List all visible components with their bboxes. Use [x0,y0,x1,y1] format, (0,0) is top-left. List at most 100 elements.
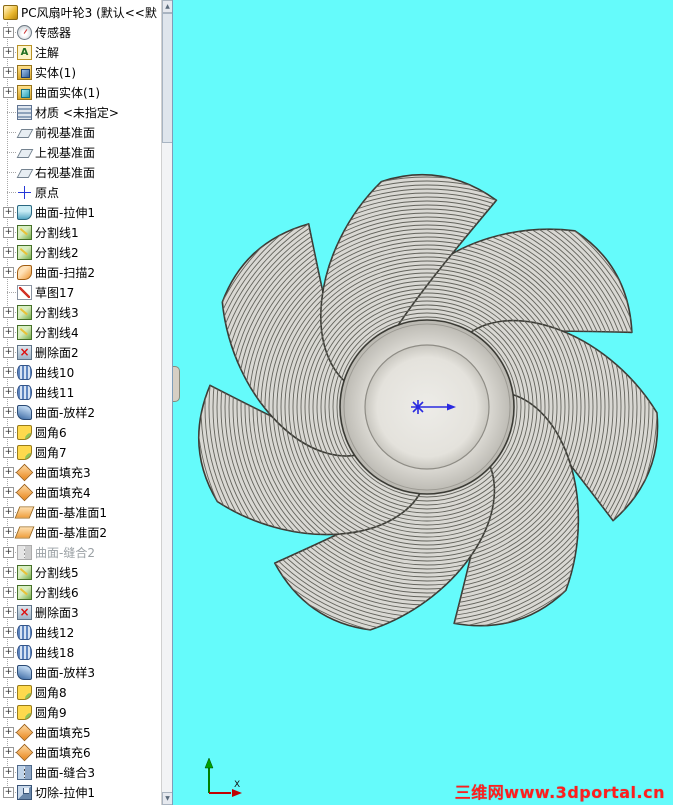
split-line-icon [17,584,32,600]
expand-toggle-icon[interactable] [3,606,14,618]
tree-item[interactable]: 草图17 [0,282,161,302]
tree-item[interactable]: 曲面-扫描2 [0,262,161,282]
tree-item-label: 曲面填充3 [35,465,91,480]
expand-toggle-icon[interactable] [3,486,14,498]
tree-item[interactable]: 圆角9 [0,702,161,722]
expand-toggle-icon[interactable] [3,646,14,658]
tree-item[interactable]: 曲面-缝合3 [0,762,161,782]
expand-toggle-icon[interactable] [3,766,14,778]
triad-x-label: X [234,780,240,790]
fan-model[interactable] [173,147,673,667]
tree-item[interactable]: 曲线12 [0,622,161,642]
expand-toggle-icon[interactable] [3,546,14,558]
tree-item[interactable]: 传感器 [0,22,161,42]
tree-item[interactable]: 材质 <未指定> [0,102,161,122]
tree-item[interactable]: 曲线18 [0,642,161,662]
expand-toggle-icon[interactable] [3,466,14,478]
expand-toggle-icon[interactable] [3,46,14,58]
expand-toggle-icon[interactable] [3,326,14,338]
tree-item[interactable]: 曲面实体(1) [0,82,161,102]
plane-icon [17,145,32,160]
expand-toggle-icon[interactable] [3,226,14,238]
expand-toggle-icon[interactable] [3,446,14,458]
expand-toggle-icon[interactable] [3,86,14,98]
expand-toggle-icon[interactable] [3,586,14,598]
expand-toggle-icon[interactable] [3,526,14,538]
tree-item-root[interactable]: PC风扇叶轮3 (默认<<默 [0,2,161,22]
tree-item[interactable]: 曲面-基准面1 [0,502,161,522]
viewport[interactable]: X 三维网www.3dportal.cn [173,0,673,805]
expand-toggle-icon[interactable] [3,706,14,718]
tree-item[interactable]: 原点 [0,182,161,202]
tree-item-label: 曲线18 [35,645,75,660]
scrollbar-thumb[interactable] [162,13,172,143]
expand-toggle-icon[interactable] [3,306,14,318]
tree-item-label: 切除-拉伸1 [35,785,95,800]
tree-item[interactable]: 分割线5 [0,562,161,582]
expand-toggle-icon[interactable] [3,506,14,518]
tree-item[interactable]: 右视基准面 [0,162,161,182]
scroll-up-button[interactable] [162,0,172,13]
curve-icon [17,644,32,660]
tree-item[interactable]: 圆角8 [0,682,161,702]
expand-toggle-icon[interactable] [3,366,14,378]
tree-item[interactable]: 分割线3 [0,302,161,322]
tree-scrollbar[interactable] [161,0,172,805]
tree-item[interactable]: 曲面-放样2 [0,402,161,422]
expand-toggle-icon[interactable] [3,266,14,278]
tree-item[interactable]: 前视基准面 [0,122,161,142]
tree-item-label: 草图17 [35,285,75,300]
tree-item[interactable]: 曲面-基准面2 [0,522,161,542]
tree-item[interactable]: 分割线1 [0,222,161,242]
tree-item[interactable]: 分割线4 [0,322,161,342]
expand-toggle-icon[interactable] [3,666,14,678]
expand-toggle-icon[interactable] [3,746,14,758]
tree-item[interactable]: 删除面2 [0,342,161,362]
expand-toggle-icon[interactable] [3,206,14,218]
tree-item[interactable]: 圆角7 [0,442,161,462]
tree-item[interactable]: 曲线11 [0,382,161,402]
expand-toggle-icon[interactable] [3,346,14,358]
part-icon [3,4,18,20]
panel-splitter-handle[interactable] [173,366,180,402]
expand-toggle-icon[interactable] [3,726,14,738]
tree-item[interactable]: 曲面-缝合2 [0,542,161,562]
tree-item[interactable]: 曲面-拉伸1 [0,202,161,222]
expand-toggle-icon[interactable] [3,786,14,798]
feature-tree-list: 传感器 注解 实体(1) 曲面实体(1) 材质 <未指定> 前视基准面 上视基准… [0,22,161,802]
plane-icon [17,165,32,180]
expand-toggle-icon[interactable] [3,686,14,698]
tree-item[interactable]: 实体(1) [0,62,161,82]
tree-item-label: 分割线1 [35,225,79,240]
expand-toggle-icon[interactable] [3,406,14,418]
tree-item[interactable]: 曲面填充6 [0,742,161,762]
expand-toggle-icon[interactable] [3,386,14,398]
curve-icon [17,624,32,640]
tree-item[interactable]: 注解 [0,42,161,62]
tree-item[interactable]: 曲线10 [0,362,161,382]
expand-toggle-icon[interactable] [3,426,14,438]
tree-item[interactable]: 曲面-放样3 [0,662,161,682]
surface-plane-icon [14,506,35,518]
expand-toggle-icon[interactable] [3,246,14,258]
tree-item-label: 原点 [35,185,60,200]
fillet-icon [17,704,32,720]
tree-item-label: 圆角9 [35,705,67,720]
tree-item[interactable]: 分割线6 [0,582,161,602]
tree-item[interactable]: 曲面填充5 [0,722,161,742]
tree-item-label: 曲面-放样2 [35,405,95,420]
expand-toggle-icon[interactable] [3,26,14,38]
scroll-down-button[interactable] [162,792,172,805]
expand-toggle-icon[interactable] [3,626,14,638]
tree-item[interactable]: 曲面填充4 [0,482,161,502]
tree-item[interactable]: 切除-拉伸1 [0,782,161,802]
tree-item[interactable]: 分割线2 [0,242,161,262]
tree-item[interactable]: 圆角6 [0,422,161,442]
expand-toggle-icon[interactable] [3,66,14,78]
annotations-folder-icon [17,44,32,60]
expand-toggle-icon[interactable] [3,566,14,578]
tree-item[interactable]: 上视基准面 [0,142,161,162]
tree-item[interactable]: 曲面填充3 [0,462,161,482]
split-line-icon [17,324,32,340]
tree-item[interactable]: 删除面3 [0,602,161,622]
